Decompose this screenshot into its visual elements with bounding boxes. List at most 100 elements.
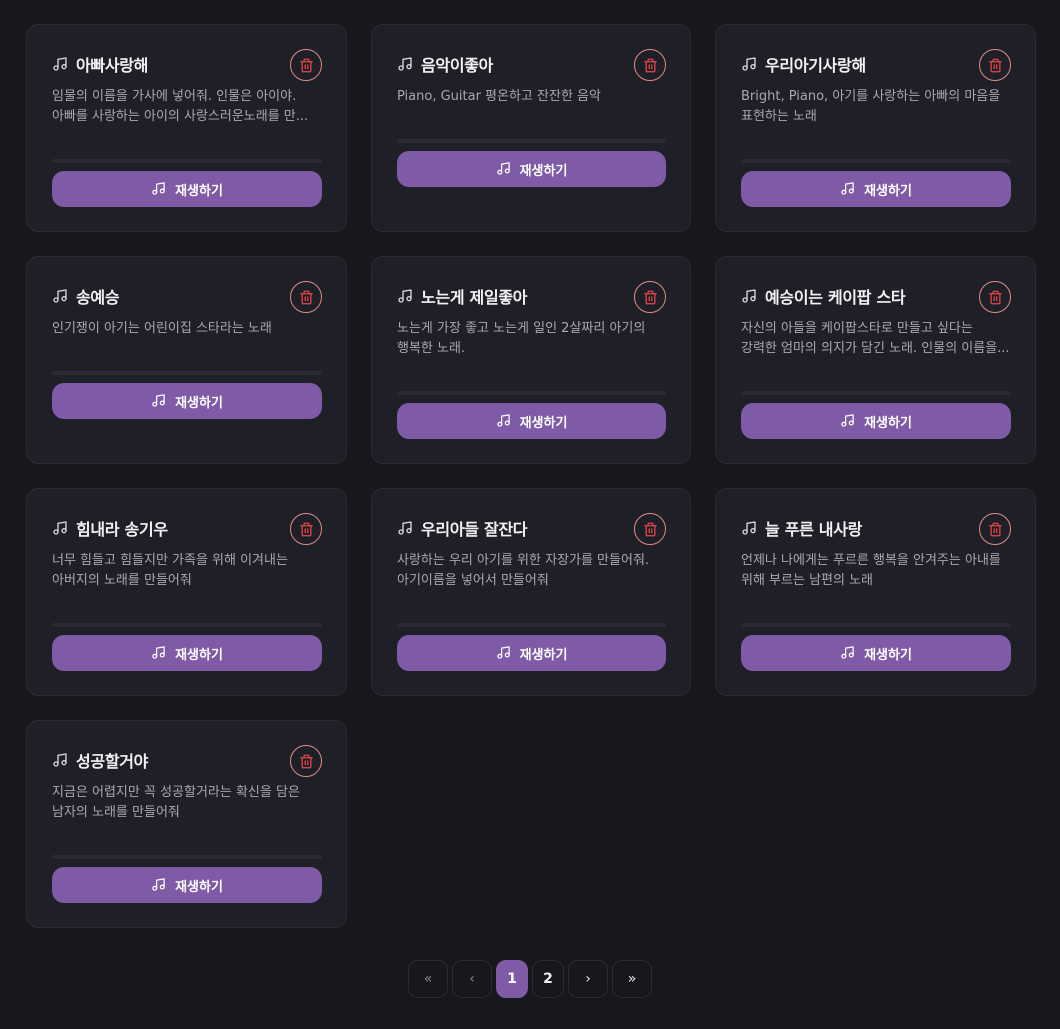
song-card-header: 성공할거야	[52, 747, 322, 773]
play-button-label: 재생하기	[519, 414, 568, 430]
music-note-icon	[397, 288, 413, 304]
song-title: 늘 푸른 내사랑	[765, 520, 863, 539]
song-title: 우리아기사랑해	[765, 56, 866, 75]
first-page-button[interactable]: «	[408, 960, 448, 998]
song-card: 늘 푸른 내사랑 언제나 나에게는 푸르른 행복을 안겨주는 아내를 위해 부르…	[715, 488, 1036, 696]
chevron-right-icon: ›	[585, 971, 591, 987]
delete-button[interactable]	[290, 513, 322, 545]
song-card: 예승이는 케이팝 스타 자신의 아들을 케이팝스타로 만들고 싶다는 강력한 엄…	[715, 256, 1036, 464]
song-card-header: 예승이는 케이팝 스타	[741, 283, 1011, 309]
delete-button[interactable]	[290, 281, 322, 313]
trash-icon	[299, 754, 314, 769]
play-button[interactable]: 재생하기	[741, 171, 1011, 207]
page-button-1[interactable]: 1	[496, 960, 528, 998]
trash-icon	[299, 522, 314, 537]
divider	[52, 855, 322, 859]
song-card: 성공할거야 지금은 어렵지만 꼭 성공할거라는 확신을 담은 남자의 노래를 만…	[26, 720, 347, 928]
song-card: 우리아기사랑해 Bright, Piano, 아기를 사랑하는 아빠의 마음을 …	[715, 24, 1036, 232]
song-card-header: 힘내라 송기우	[52, 515, 322, 541]
song-title: 성공할거야	[76, 752, 149, 771]
divider	[52, 159, 322, 163]
song-description: 임물의 이름을 가사에 넣어줘. 인물은 아이야. 아빠를 사랑하는 아이의 사…	[52, 89, 309, 124]
song-card-header: 음악이좋아	[397, 51, 666, 77]
delete-button[interactable]	[979, 49, 1011, 81]
song-card-header: 송예승	[52, 283, 322, 309]
song-card-header: 우리아기사랑해	[741, 51, 1011, 77]
song-title: 송예승	[76, 288, 120, 307]
song-title: 예승이는 케이팝 스타	[765, 288, 906, 307]
music-note-icon	[840, 181, 856, 197]
song-card: 노는게 제일좋아 노는게 가장 좋고 노는게 일인 2살짜리 아기의 행복한 노…	[371, 256, 691, 464]
trash-icon	[643, 522, 658, 537]
music-note-icon	[496, 413, 512, 429]
trash-icon	[299, 58, 314, 73]
play-button[interactable]: 재생하기	[397, 635, 666, 671]
play-button[interactable]: 재생하기	[52, 171, 322, 207]
delete-button[interactable]	[634, 281, 666, 313]
song-card: 아빠사랑해 임물의 이름을 가사에 넣어줘. 인물은 아이야. 아빠를 사랑하는…	[26, 24, 347, 232]
play-button[interactable]: 재생하기	[52, 635, 322, 671]
song-card: 송예승 인기쟁이 아기는 어린이집 스타라는 노래 재생하기	[26, 256, 347, 464]
play-button-label: 재생하기	[175, 646, 223, 662]
song-description: 인기쟁이 아기는 어린이집 스타라는 노래	[52, 321, 272, 336]
delete-button[interactable]	[290, 745, 322, 777]
double-chevron-left-icon: «	[423, 971, 433, 987]
play-button-label: 재생하기	[864, 646, 912, 662]
delete-button[interactable]	[290, 49, 322, 81]
play-button[interactable]: 재생하기	[52, 383, 322, 419]
delete-button[interactable]	[634, 49, 666, 81]
divider	[741, 391, 1011, 395]
trash-icon	[988, 58, 1003, 73]
music-note-icon	[52, 752, 68, 768]
song-title: 우리아들 잘잔다	[421, 520, 528, 539]
music-note-icon	[52, 56, 68, 72]
trash-icon	[988, 522, 1003, 537]
music-note-icon	[151, 181, 167, 197]
delete-button[interactable]	[979, 281, 1011, 313]
song-title: 노는게 제일좋아	[421, 288, 528, 307]
music-note-icon	[151, 877, 167, 893]
music-note-icon	[496, 161, 512, 177]
divider	[741, 159, 1011, 163]
play-button-label: 재생하기	[519, 162, 568, 178]
play-button[interactable]: 재생하기	[397, 151, 666, 187]
song-card-header: 아빠사랑해	[52, 51, 322, 77]
music-note-icon	[840, 645, 856, 661]
song-title: 힘내라 송기우	[76, 520, 168, 539]
music-note-icon	[397, 56, 413, 72]
page-button-2[interactable]: 2	[532, 960, 564, 998]
song-card-header: 노는게 제일좋아	[397, 283, 666, 309]
divider	[397, 139, 666, 143]
double-chevron-right-icon: »	[627, 971, 637, 987]
prev-page-button[interactable]: ‹	[452, 960, 492, 998]
trash-icon	[299, 290, 314, 305]
next-page-button[interactable]: ›	[568, 960, 608, 998]
song-card-header: 우리아들 잘잔다	[397, 515, 666, 541]
music-note-icon	[151, 393, 167, 409]
song-description: 사랑하는 우리 아기를 위한 자장가를 만들어줘. 아기이름을 넣어서 만들어줘	[397, 553, 650, 588]
pagination: « ‹ 1 2 › »	[408, 960, 652, 998]
music-note-icon	[496, 645, 512, 661]
divider	[52, 623, 322, 627]
trash-icon	[643, 290, 658, 305]
music-note-icon	[741, 520, 757, 536]
music-note-icon	[151, 645, 167, 661]
play-button[interactable]: 재생하기	[52, 867, 322, 903]
play-button-label: 재생하기	[864, 414, 912, 430]
play-button-label: 재생하기	[175, 878, 223, 894]
play-button[interactable]: 재생하기	[741, 403, 1011, 439]
song-grid: 아빠사랑해 임물의 이름을 가사에 넣어줘. 인물은 아이야. 아빠를 사랑하는…	[26, 24, 1036, 928]
song-card-header: 늘 푸른 내사랑	[741, 515, 1011, 541]
last-page-button[interactable]: »	[612, 960, 652, 998]
music-note-icon	[741, 56, 757, 72]
delete-button[interactable]	[979, 513, 1011, 545]
trash-icon	[643, 58, 658, 73]
music-note-icon	[52, 520, 68, 536]
play-button[interactable]: 재생하기	[741, 635, 1011, 671]
divider	[52, 371, 322, 375]
play-button[interactable]: 재생하기	[397, 403, 666, 439]
song-description: Bright, Piano, 아기를 사랑하는 아빠의 마음을 표현하는 노래	[741, 89, 1001, 124]
divider	[741, 623, 1011, 627]
delete-button[interactable]	[634, 513, 666, 545]
song-description: Piano, Guitar 평온하고 잔잔한 음악	[397, 89, 601, 104]
